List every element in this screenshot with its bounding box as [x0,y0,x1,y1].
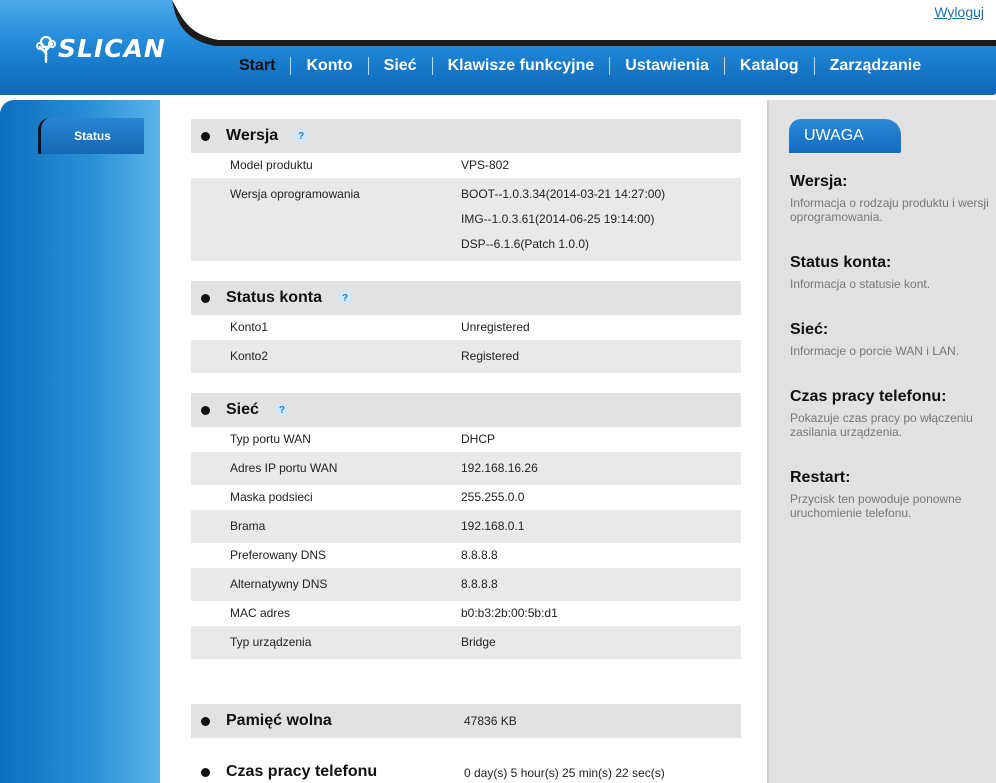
row-value: 192.168.16.26 [461,461,538,475]
nav-klawisze-funkcyjne[interactable]: Klawisze funkcyjne [431,57,610,75]
row-value: Unregistered [461,320,530,334]
bullet-icon [201,293,210,303]
row-label: Typ portu WAN [230,432,311,446]
row-value: BOOT--1.0.3.34(2014-03-21 14:27:00) [461,187,666,201]
nav-ustawienia[interactable]: Ustawienia [609,57,724,75]
bullet-icon [201,767,210,777]
note-title-status-konta: Status konta: [790,254,892,271]
table-row: Brama 192.168.0.1 [191,510,741,543]
free-memory-value: 47836 KB [464,714,517,728]
row-value: VPS-802 [461,158,510,172]
help-icon[interactable]: ? [274,403,289,417]
note-title-restart: Restart: [790,469,851,486]
section-header-wersja: Wersja ? [191,119,741,153]
row-value: 255.255.0.0 [461,490,525,504]
section-title: Pamięć wolna [226,712,332,729]
notes-heading: UWAGA [789,119,901,153]
table-row: MAC adres b0:b3:2b:00:5b:d1 [191,601,741,626]
note-title-wersja: Wersja: [790,173,848,190]
help-icon[interactable]: ? [294,129,309,143]
note-text-wersja: Informacja o rodzaju produktu i wersji o… [790,196,989,224]
row-label: MAC adres [230,606,291,620]
table-row: Konto2 Registered [191,340,741,373]
bullet-icon [201,405,210,415]
section-title: Sieć [226,401,259,418]
bullet-icon [201,131,210,141]
row-value: 192.168.0.1 [461,519,525,533]
section-header-pamiec-wolna: Pamięć wolna 47836 KB [191,704,741,738]
logo-tree-icon [36,35,56,63]
table-row: Preferowany DNS 8.8.8.8 [191,543,741,568]
row-label: Typ urządzenia [230,635,312,649]
nav-katalog[interactable]: Katalog [723,57,814,75]
nav-zarzadzanie[interactable]: Zarządzanie [813,57,937,75]
row-label: Alternatywny DNS [230,577,328,591]
main-content: Wersja ? Model produktu VPS-802 Wersja o… [160,100,767,783]
note-title-czas-pracy: Czas pracy telefonu: [790,388,947,405]
table-row: Konto1 Unregistered [191,315,741,340]
table-row: Model produktu VPS-802 [191,153,741,178]
bullet-icon [201,716,210,726]
header: Wyloguj SLICAN Start Konto Sieć Klawisze… [0,0,996,96]
note-text-status-konta: Informacja o statusie kont. [790,277,931,291]
table-row: Alternatywny DNS 8.8.8.8 [191,568,741,601]
row-value: DHCP [461,432,496,446]
table-row: Typ portu WAN DHCP [191,427,741,452]
note-text-siec: Informacje o porcie WAN i LAN. [790,344,959,358]
row-value: 8.8.8.8 [461,577,498,591]
sidebar-item-status[interactable]: Status [38,118,144,154]
sidebar: Status [0,100,160,783]
section-header-czas-pracy: Czas pracy telefonu 0 day(s) 5 hour(s) 2… [191,755,741,783]
row-label: Brama [230,519,266,533]
row-label: Model produktu [230,158,313,172]
row-label: Konto2 [230,349,269,363]
row-value: Bridge [461,635,496,649]
nav-konto[interactable]: Konto [290,57,367,75]
row-value: Registered [461,349,520,363]
row-label: Konto1 [230,320,269,334]
section-header-siec: Sieć ? [191,393,741,427]
row-value: DSP--6.1.6(Patch 1.0.0) [461,237,590,251]
table-row: Maska podsieci 255.255.0.0 [191,485,741,510]
row-label: Adres IP portu WAN [230,461,338,475]
logo-text: SLICAN [58,34,166,63]
section-title: Wersja [226,127,279,144]
table-row: Typ urządzenia Bridge [191,626,741,659]
row-label: Maska podsieci [230,490,313,504]
logout-link[interactable]: Wyloguj [934,4,984,20]
slican-logo: SLICAN [36,34,166,63]
section-title: Status konta [226,289,323,306]
note-title-siec: Sieć: [790,321,829,338]
row-label: Preferowany DNS [230,548,327,562]
main-navigation: Start Konto Sieć Klawisze funkcyjne Usta… [224,56,936,76]
table-row: Adres IP portu WAN 192.168.16.26 [191,452,741,485]
note-text-restart: Przycisk ten powoduje ponowne uruchomien… [790,492,962,520]
row-value: IMG--1.0.3.61(2014-06-25 19:14:00) [461,212,655,226]
table-row: Wersja oprogramowania BOOT--1.0.3.34(201… [191,178,741,261]
notes-panel: UWAGA Wersja: Informacja o rodzaju produ… [767,100,996,783]
note-text-czas-pracy: Pokazuje czas pracy po włączeniu zasilan… [790,411,973,439]
uptime-value: 0 day(s) 5 hour(s) 25 min(s) 22 sec(s) [464,766,665,780]
help-icon[interactable]: ? [338,291,353,305]
row-value: b0:b3:2b:00:5b:d1 [461,606,558,620]
nav-siec[interactable]: Sieć [367,57,432,75]
nav-start[interactable]: Start [224,57,290,75]
row-value: 8.8.8.8 [461,548,498,562]
section-title: Czas pracy telefonu [226,763,378,780]
section-header-status-konta: Status konta ? [191,281,741,315]
row-label: Wersja oprogramowania [230,187,360,201]
